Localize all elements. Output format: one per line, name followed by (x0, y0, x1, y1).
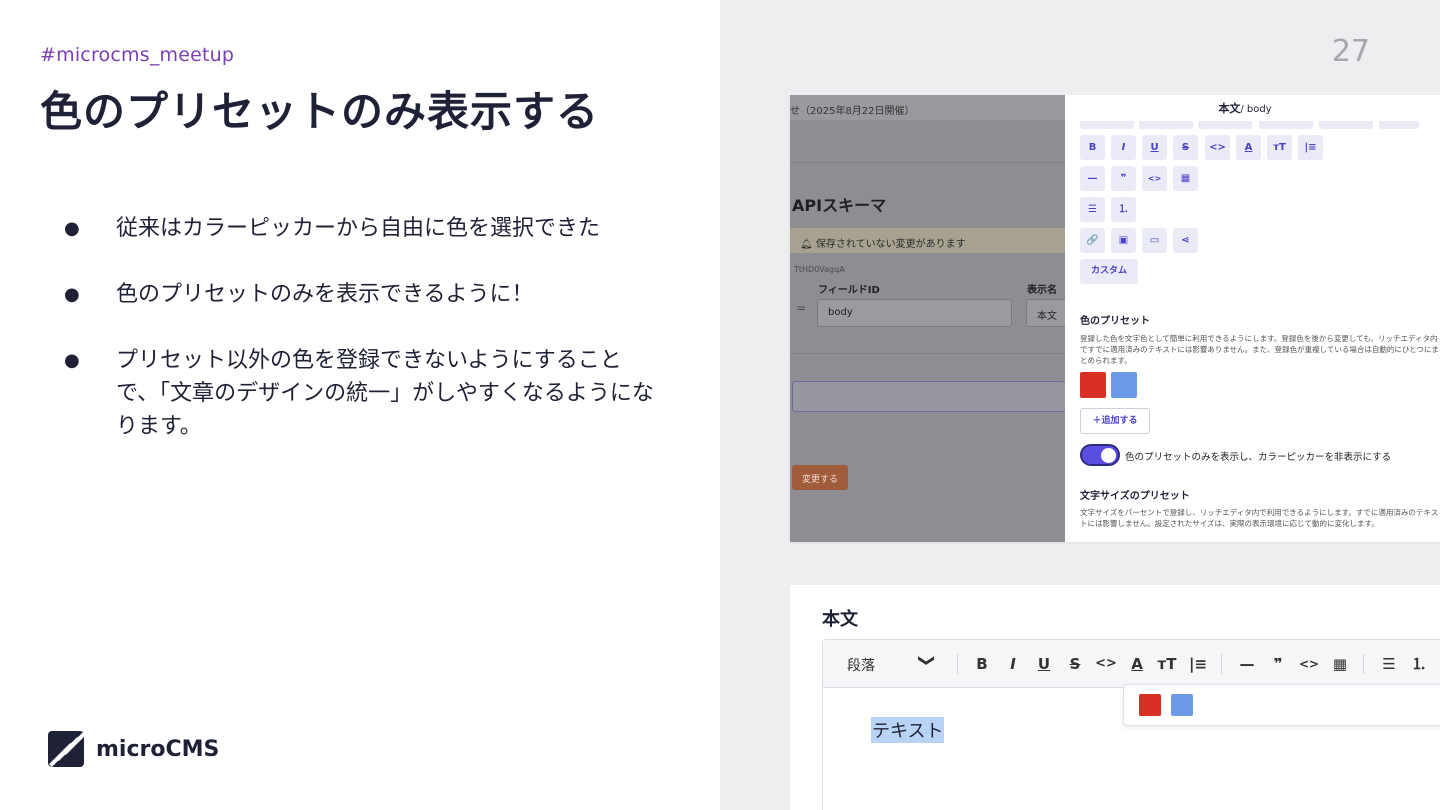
italic-button[interactable]: I (1111, 135, 1136, 160)
panel-title: 本文/ body (1218, 102, 1272, 115)
toggle-knob (1101, 448, 1116, 463)
chevron-down-icon[interactable]: ❯ (918, 654, 937, 667)
field-id-label: フィールドID (818, 285, 880, 296)
strike-button[interactable]: S (1173, 135, 1198, 160)
color-preset-description: 登録した色を文字色として簡単に利用できるようにします。登録色を後から変更しても、… (1080, 334, 1439, 365)
field-settings-panel: 本文/ body B I U S <> A тT |≡ — ❞ <> ▦ ☰ ⒈… (1065, 95, 1440, 542)
bold-button[interactable]: B (1080, 135, 1105, 160)
toolbar-item[interactable] (1379, 121, 1419, 129)
change-button[interactable]: 変更する (792, 465, 848, 490)
editor-field-title: 本文 (822, 609, 858, 630)
italic-button[interactable]: I (1001, 652, 1025, 676)
toolbar-item[interactable] (1259, 121, 1313, 129)
field-box[interactable] (792, 381, 1065, 412)
microcms-logo: microCMS (48, 731, 219, 767)
editor-toolbar: 段落 ❯ B I U S <> A тT |≡ — ❞ <> ▦ ☰ ⒈ (823, 640, 1440, 688)
color-swatch-red[interactable] (1139, 694, 1161, 716)
code-button[interactable]: <> (1094, 652, 1118, 676)
toolbar-item[interactable] (1198, 121, 1252, 129)
underline-button[interactable]: U (1032, 652, 1056, 676)
slide-left-panel: #microcms_meetup 色のプリセットのみ表示する ● 従来はカラーピッ… (0, 0, 720, 810)
unsaved-warning: 🔔︎ 保存されていない変更があります (790, 228, 1065, 253)
hr-button[interactable]: — (1235, 652, 1259, 676)
align-button[interactable]: |≡ (1298, 135, 1323, 160)
rich-editor[interactable]: 段落 ❯ B I U S <> A тT |≡ — ❞ <> ▦ ☰ ⒈ テキス (822, 639, 1440, 810)
add-color-button[interactable]: ＋追加する (1080, 408, 1150, 434)
custom-button[interactable]: カスタム (1080, 259, 1138, 284)
text-color-button[interactable]: A (1236, 135, 1261, 160)
field-small-id: TtHD0VagqA (794, 265, 845, 274)
color-swatch-blue[interactable] (1111, 372, 1137, 398)
font-size-preset-description: 文字サイズをパーセントで登録し、リッチエディタ内で利用できるようにします。すでに… (1080, 508, 1439, 528)
slide-title: 色のプリセットのみ表示する (40, 87, 600, 136)
schema-heading: APIスキーマ (792, 196, 887, 215)
bullet-item: ● プリセット以外の色を登録できないようにすることで、「文章のデザインの統一」がし… (60, 344, 660, 443)
ordered-list-button[interactable]: ⒈ (1407, 652, 1431, 676)
link-icon[interactable]: 🔗 (1080, 228, 1105, 253)
bullet-dot: ● (64, 284, 80, 305)
code-block-button[interactable]: <> (1297, 652, 1321, 676)
toggle-label: 色のプリセットのみを表示し、カラーピッカーを非表示にする (1125, 452, 1392, 463)
toolbar-separator (1363, 654, 1364, 674)
toolbar-separator (1221, 654, 1222, 674)
blockquote-button[interactable]: ❞ (1266, 652, 1290, 676)
bold-button[interactable]: B (970, 652, 994, 676)
drag-handle-icon[interactable]: = (796, 301, 806, 315)
bullet-list-button[interactable]: ☰ (1377, 652, 1401, 676)
toolbar-separator (957, 654, 958, 674)
hr-button[interactable]: — (1080, 166, 1105, 191)
page-number: 27 (1331, 34, 1370, 69)
selected-text[interactable]: テキスト (871, 717, 945, 743)
bullet-item: ● 従来はカラーピッカーから自由に色を選択できた (60, 212, 660, 245)
display-name-label: 表示名 (1027, 285, 1057, 296)
color-preset-title: 色のプリセット (1080, 316, 1150, 327)
field-id-input[interactable]: body (817, 299, 1012, 327)
divider (790, 162, 1065, 163)
bullet-list: ● 従来はカラーピッカーから自由に色を選択できた ● 色のプリセットのみを表示できる… (60, 212, 660, 476)
microcms-logo-icon (48, 731, 84, 767)
image-icon[interactable]: ▣ (1111, 228, 1136, 253)
toolbar-item[interactable] (1139, 121, 1193, 129)
dimmed-schema-area: せ（2025年8月22日開催） APIスキーマ 🔔︎ 保存されていない変更があり… (790, 95, 1071, 542)
bullet-list-button[interactable]: ☰ (1080, 197, 1105, 222)
divider (790, 353, 1065, 354)
blockquote-button[interactable]: ❞ (1111, 166, 1136, 191)
toolbar-item[interactable] (1080, 121, 1134, 129)
preset-only-toggle[interactable] (1080, 444, 1120, 466)
code-block-button[interactable]: <> (1142, 166, 1167, 191)
color-swatch-red[interactable] (1080, 372, 1106, 398)
table-button[interactable]: ▦ (1173, 166, 1198, 191)
share-icon[interactable]: ⋖ (1173, 228, 1198, 253)
editor-screenshot: 本文 段落 ❯ B I U S <> A тT |≡ — ❞ <> ▦ ☰ ⒈ … (790, 585, 1440, 810)
font-size-button[interactable]: тT (1155, 652, 1179, 676)
bullet-item: ● 色のプリセットのみを表示できるように！ (60, 278, 660, 311)
slide-right-panel: 27 せ（2025年8月22日開催） APIスキーマ 🔔︎ 保存されていない変更… (720, 0, 1440, 810)
settings-screenshot: せ（2025年8月22日開催） APIスキーマ 🔔︎ 保存されていない変更があり… (790, 95, 1440, 542)
align-button[interactable]: |≡ (1186, 652, 1210, 676)
color-swatch-blue[interactable] (1171, 694, 1193, 716)
folder-icon[interactable]: ▭ (1142, 228, 1167, 253)
strike-button[interactable]: S (1063, 652, 1087, 676)
code-button[interactable]: <> (1205, 135, 1230, 160)
table-button[interactable]: ▦ (1328, 652, 1352, 676)
hashtag: #microcms_meetup (40, 44, 235, 66)
bullet-dot: ● (64, 218, 80, 239)
topbar: せ（2025年8月22日開催） (790, 95, 1065, 120)
ordered-list-button[interactable]: ⒈ (1111, 197, 1136, 222)
color-preset-popup (1123, 684, 1440, 726)
bell-icon: 🔔︎ (800, 239, 813, 250)
toolbar-item[interactable] (1319, 121, 1373, 129)
font-size-button[interactable]: тT (1267, 135, 1292, 160)
paragraph-select[interactable]: 段落 (847, 655, 875, 675)
text-color-button[interactable]: A (1125, 652, 1149, 676)
bullet-dot: ● (64, 350, 80, 371)
underline-button[interactable]: U (1142, 135, 1167, 160)
font-size-preset-title: 文字サイズのプリセット (1080, 491, 1190, 502)
logo-text: microCMS (96, 736, 220, 762)
